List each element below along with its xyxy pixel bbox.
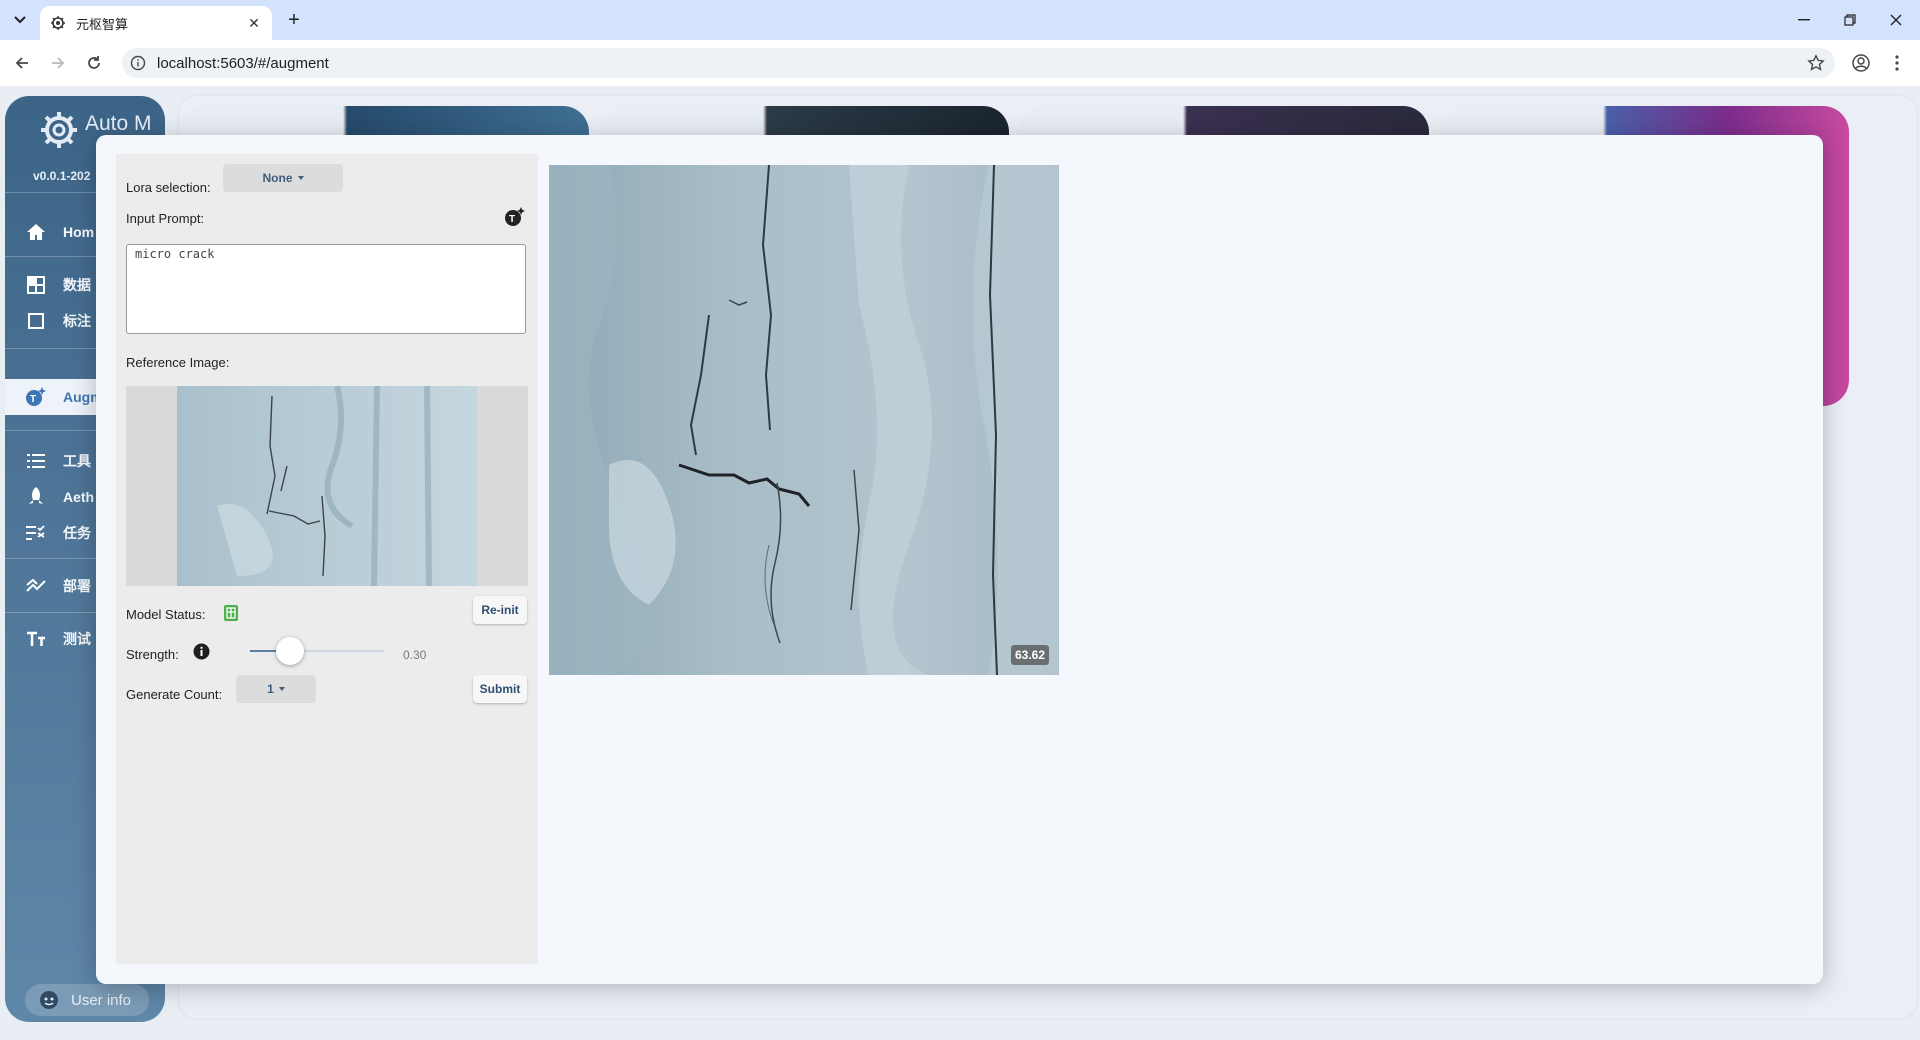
site-info-icon[interactable]: [130, 55, 146, 71]
reference-label: Reference Image:: [126, 355, 230, 370]
task-list-icon: [25, 522, 47, 544]
sidebar-item-label: 测试: [63, 631, 91, 647]
sidebar-item-test[interactable]: 测试: [25, 626, 91, 652]
home-icon: [25, 221, 47, 243]
reference-image: [177, 386, 477, 586]
address-bar[interactable]: localhost:5603/#/augment: [122, 48, 1835, 78]
strength-label: Strength:: [126, 647, 179, 662]
reload-icon[interactable]: [82, 51, 106, 75]
model-status-label: Model Status:: [126, 607, 206, 622]
browser-toolbar: localhost:5603/#/augment: [0, 40, 1920, 86]
new-tab-plus-icon[interactable]: +: [282, 9, 306, 31]
grid-icon: [25, 274, 47, 296]
sidebar-item-deploy[interactable]: 部署: [25, 573, 91, 599]
prompt-magic-icon[interactable]: T: [504, 206, 526, 228]
result-score-badge: 63.62: [1010, 645, 1049, 665]
profile-icon[interactable]: [1849, 51, 1873, 75]
sidebar-item-tasks[interactable]: 任务: [25, 520, 91, 546]
sidebar-item-label: 数据: [63, 277, 91, 293]
augment-dialog: Lora selection: None Input Prompt: T mic…: [96, 135, 1823, 984]
deploy-icon: [25, 575, 47, 597]
reinit-button[interactable]: Re-init: [473, 596, 527, 624]
sidebar-item-dataset[interactable]: 数据: [25, 272, 91, 298]
caret-down-icon: [278, 687, 285, 691]
lora-select-value: None: [262, 171, 293, 185]
browser-tab[interactable]: 元枢智算 ✕: [40, 6, 272, 40]
generate-count-value: 1: [267, 682, 274, 696]
tab-title: 元枢智算: [76, 17, 129, 33]
logo-text: Auto M: [85, 112, 152, 135]
sidebar-item-label: 工具: [63, 453, 91, 469]
strength-info-icon[interactable]: [193, 643, 210, 660]
sidebar-item-tools[interactable]: 工具: [25, 448, 91, 474]
url-text: localhost:5603/#/augment: [157, 55, 329, 72]
prompt-input[interactable]: micro crack: [126, 244, 526, 334]
user-info-label: User info: [71, 991, 132, 1009]
submit-button[interactable]: Submit: [473, 675, 527, 703]
lora-label: Lora selection:: [126, 180, 211, 195]
sidebar-item-augment[interactable]: T Augm: [25, 384, 103, 410]
strength-value: 0.30: [403, 648, 427, 662]
prompt-label: Input Prompt:: [126, 211, 205, 226]
sidebar-item-label: 任务: [63, 525, 91, 541]
version-label: v0.0.1-202: [33, 169, 91, 183]
window-close-icon[interactable]: [1882, 8, 1910, 32]
list-icon: [25, 450, 47, 472]
sidebar-item-label: Hom: [63, 224, 95, 240]
svg-text:T: T: [509, 214, 515, 225]
augment-settings-panel: Lora selection: None Input Prompt: T mic…: [116, 154, 538, 964]
sidebar-item-label: Aeth: [63, 489, 95, 505]
browser-tab-bar: 元枢智算 ✕ +: [0, 0, 1920, 40]
generated-result-image[interactable]: 63.62: [549, 164, 1059, 676]
tab-list-chevron-icon[interactable]: [8, 9, 32, 31]
menu-kebab-icon[interactable]: [1885, 51, 1909, 75]
user-avatar-icon: [40, 991, 58, 1009]
svg-text:T: T: [30, 394, 36, 405]
bookmark-star-icon[interactable]: [1807, 54, 1825, 72]
restore-icon[interactable]: [1836, 8, 1864, 32]
gear-favicon-icon: [51, 16, 65, 30]
forward-arrow-icon[interactable]: [46, 51, 70, 75]
sidebar-item-annotate[interactable]: 标注: [25, 308, 91, 334]
model-status-ok-icon: [224, 605, 238, 621]
result-image: [549, 164, 1059, 676]
augment-icon: T: [25, 386, 47, 408]
sidebar-item-aether[interactable]: Aeth: [25, 484, 94, 510]
square-icon: [25, 310, 47, 332]
strength-slider-track[interactable]: [250, 637, 384, 665]
sidebar-item-home[interactable]: Hom: [25, 219, 94, 245]
generate-count-label: Generate Count:: [126, 687, 223, 702]
user-info-button[interactable]: User info: [25, 984, 149, 1016]
back-arrow-icon[interactable]: [10, 51, 34, 75]
sidebar-item-label: 部署: [63, 578, 91, 594]
reference-image-box[interactable]: [126, 386, 528, 586]
generate-count-select[interactable]: 1: [236, 675, 316, 703]
minimize-icon[interactable]: [1790, 8, 1818, 32]
tab-close-icon[interactable]: ✕: [244, 13, 264, 33]
text-icon: [25, 628, 47, 650]
lora-select[interactable]: None: [223, 164, 343, 192]
strength-slider-thumb[interactable]: [276, 637, 305, 665]
sidebar-item-label: 标注: [63, 313, 91, 329]
logo-gear-icon: [41, 112, 77, 148]
rocket-icon: [25, 486, 47, 508]
caret-down-icon: [297, 176, 304, 180]
